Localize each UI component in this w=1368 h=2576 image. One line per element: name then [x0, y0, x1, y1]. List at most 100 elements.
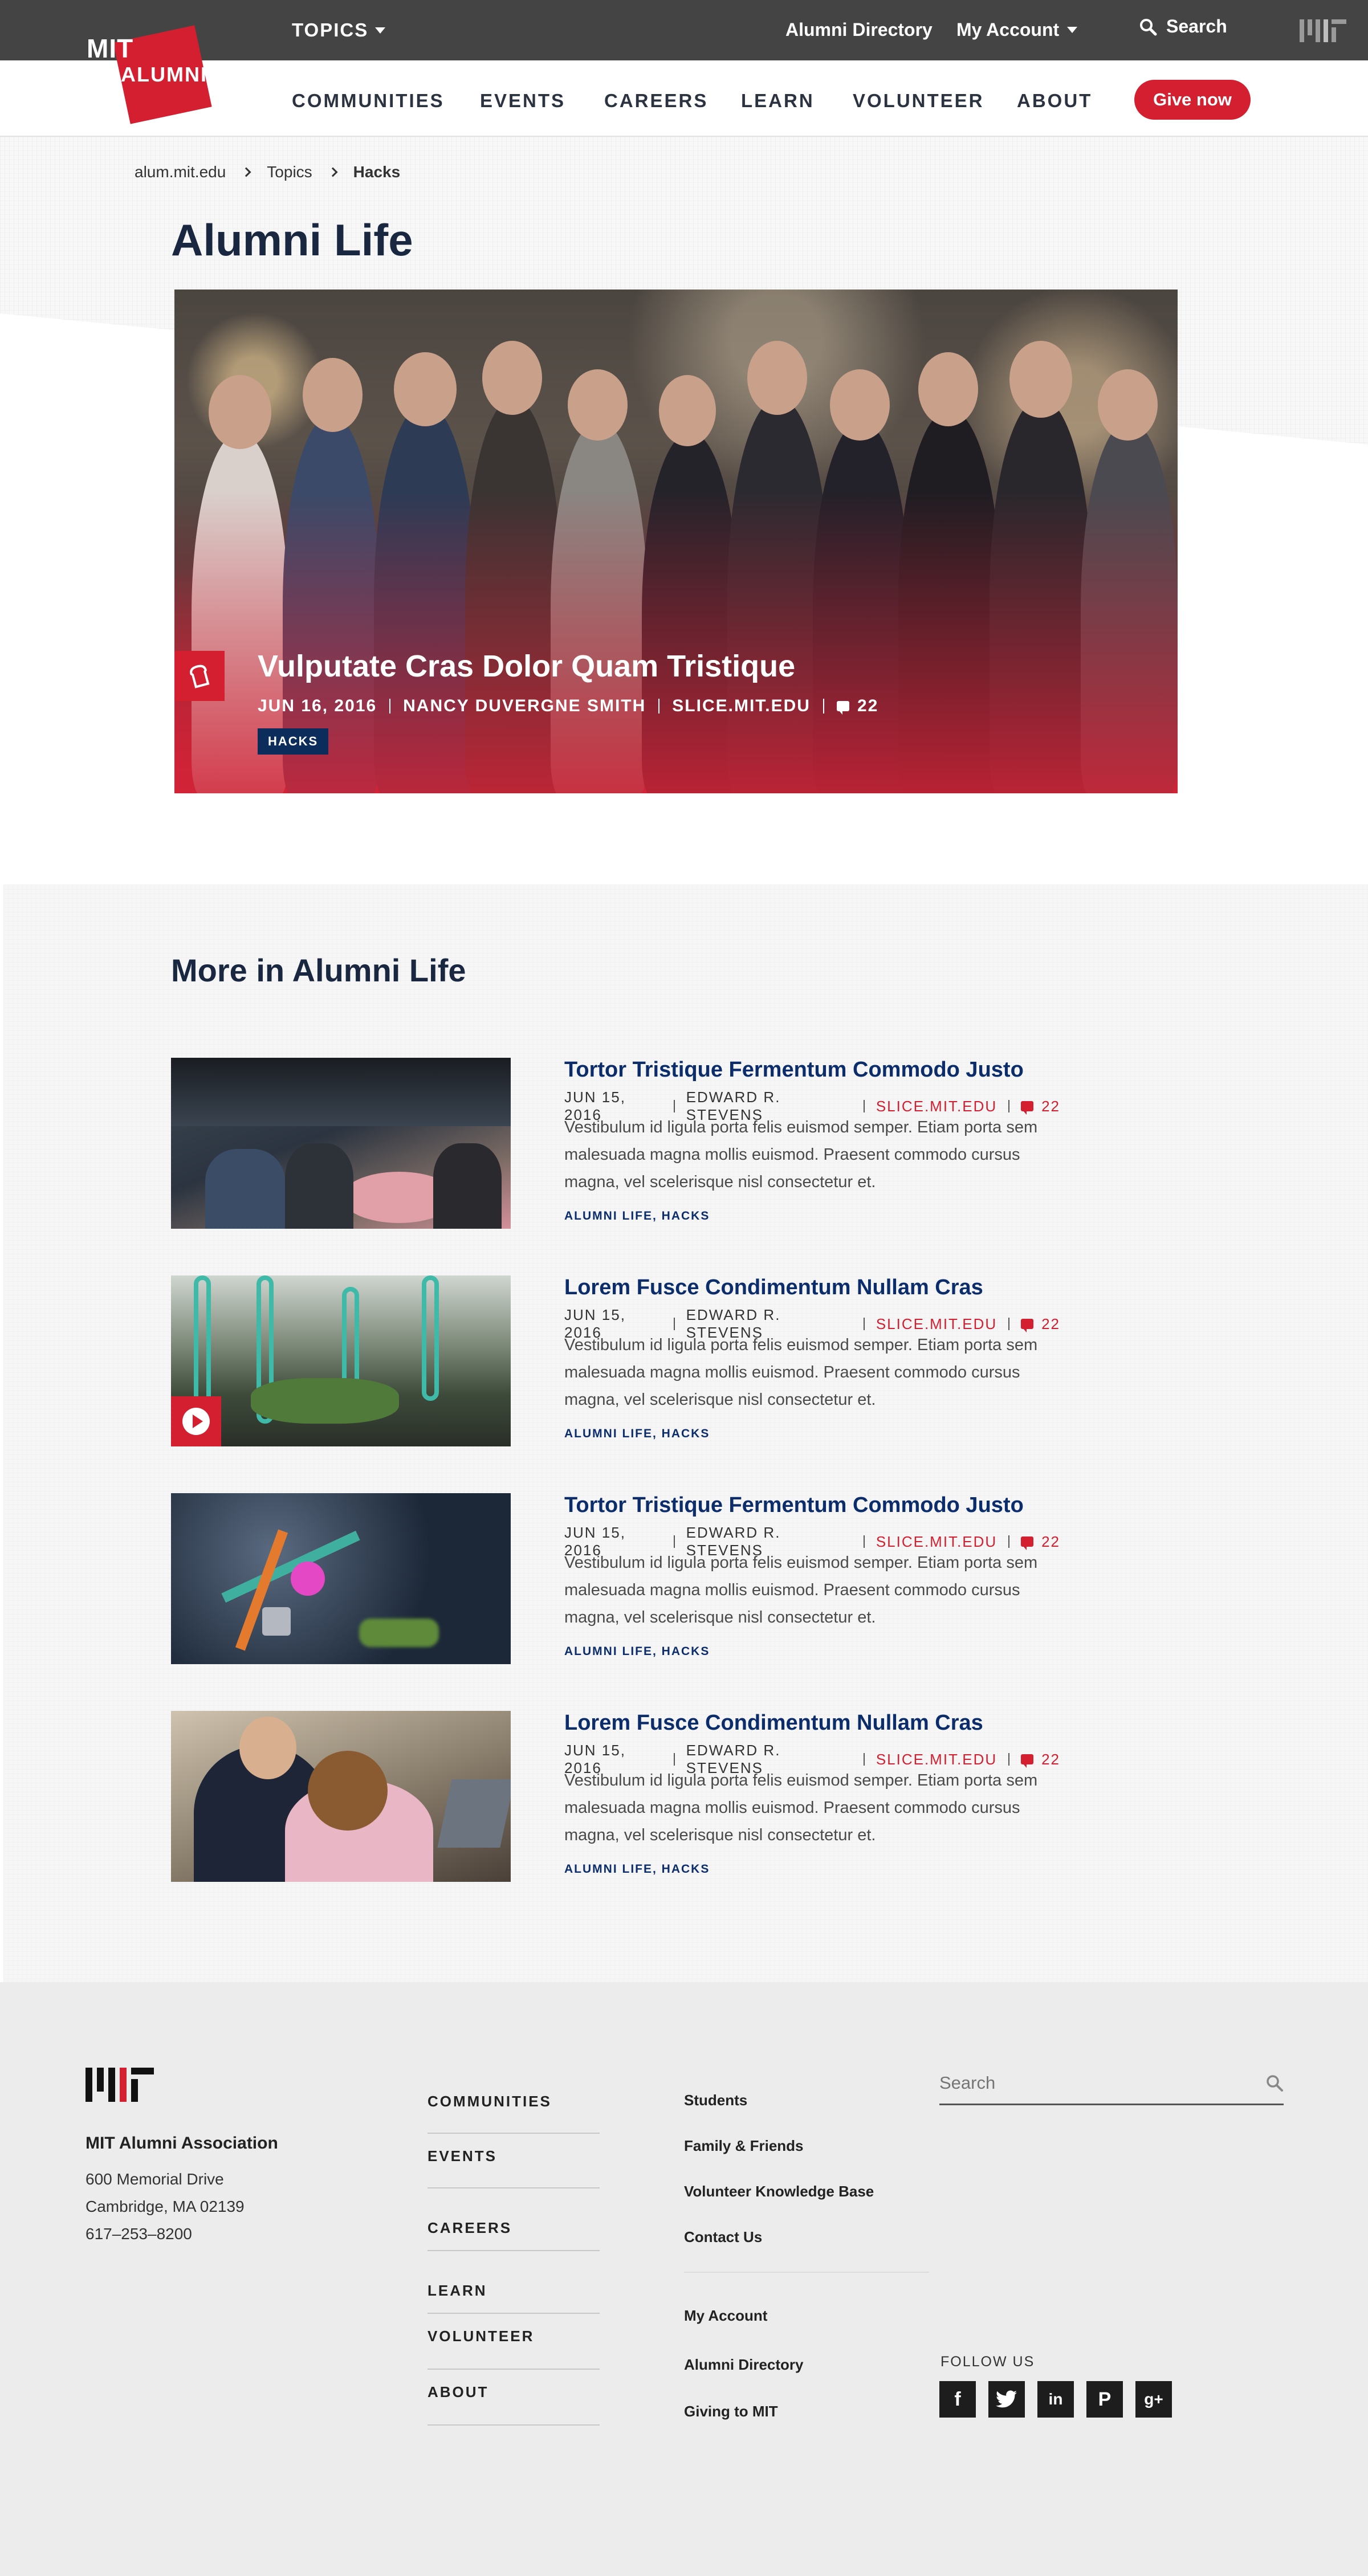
search-icon[interactable] [1265, 2074, 1284, 2092]
article-tags[interactable]: ALUMNI LIFE, HACKS [564, 1427, 710, 1441]
footer-link-about[interactable]: ABOUT [427, 2370, 600, 2426]
play-video-button[interactable] [171, 1396, 221, 1446]
nav-events[interactable]: EVENTS [480, 90, 565, 112]
meta-divider [1008, 1535, 1010, 1548]
address-line: Cambridge, MA 02139 [85, 2198, 245, 2215]
article-title[interactable]: Tortor Tristique Fermentum Commodo Justo [564, 1493, 1024, 1518]
meta-divider [1008, 1318, 1010, 1330]
article-source[interactable]: SLICE.MIT.EDU [876, 1098, 997, 1115]
meta-divider [1008, 1100, 1010, 1112]
meta-divider [863, 1535, 865, 1548]
footer-link-my-account[interactable]: My Account [684, 2294, 929, 2343]
footer-link-contact[interactable]: Contact Us [684, 2216, 929, 2261]
more-section: More in Alumni Life Tortor Tristique Fer… [3, 885, 1368, 1982]
article-card[interactable]: Lorem Fusce Condimentum Nullam Cras JUN … [171, 1711, 1060, 1882]
footer-link-students[interactable]: Students [684, 2079, 929, 2125]
article-card[interactable]: Tortor Tristique Fermentum Commodo Justo… [171, 1493, 1060, 1664]
comments-count[interactable]: 22 [1021, 1098, 1060, 1115]
breadcrumb-topics[interactable]: Topics [267, 163, 312, 181]
meta-divider [673, 1535, 675, 1548]
footer-link-giving[interactable]: Giving to MIT [684, 2390, 929, 2436]
article-tags[interactable]: ALUMNI LIFE, HACKS [564, 1862, 710, 1876]
comments-count[interactable]: 22 [1021, 1751, 1060, 1768]
article-description: Vestibulum id ligula porta felis euismod… [564, 1118, 1038, 1191]
comments-number: 22 [857, 696, 879, 715]
play-icon [182, 1408, 210, 1435]
footer-links: Students Family & Friends Volunteer Know… [684, 2079, 929, 2436]
topics-menu[interactable]: TOPICS [292, 19, 386, 41]
article-card[interactable]: Lorem Fusce Condimentum Nullam Cras JUN … [171, 1275, 1060, 1446]
footer-link-careers[interactable]: CAREERS [427, 2188, 600, 2251]
breadcrumb-current: Hacks [353, 163, 401, 181]
footer-link-learn[interactable]: LEARN [427, 2251, 600, 2314]
meta-divider [673, 1318, 675, 1330]
breadcrumb-home[interactable]: alum.mit.edu [135, 163, 226, 181]
featured-article[interactable]: Vulputate Cras Dolor Quam Tristique JUN … [174, 290, 1178, 793]
comments-count[interactable]: 22 [1021, 1315, 1060, 1333]
article-source[interactable]: SLICE.MIT.EDU [876, 1751, 997, 1768]
footer-address: 600 Memorial Drive Cambridge, MA 02139 6… [85, 2166, 245, 2248]
article-source[interactable]: SLICE.MIT.EDU [876, 1315, 997, 1333]
article-thumbnail[interactable] [171, 1058, 511, 1229]
featured-article-title[interactable]: Vulputate Cras Dolor Quam Tristique [258, 649, 795, 684]
footer-link-communities[interactable]: COMMUNITIES [427, 2079, 600, 2134]
article-author: NANCY DUVERGNE SMITH [403, 696, 646, 715]
twitter-icon[interactable] [988, 2381, 1025, 2418]
site-footer: MIT Alumni Association 600 Memorial Driv… [0, 1982, 1368, 2576]
article-source[interactable]: SLICE.MIT.EDU [672, 696, 811, 716]
footer-link-events[interactable]: EVENTS [427, 2134, 600, 2188]
alumni-directory-link[interactable]: Alumni Directory [785, 19, 933, 40]
mit-alumni-logo[interactable]: MIT ALUMNI [84, 25, 221, 125]
article-thumbnail[interactable] [171, 1275, 511, 1446]
hero-gradient-overlay [174, 290, 1178, 793]
phone-number[interactable]: 617–253–8200 [85, 2220, 245, 2248]
topics-label: TOPICS [292, 19, 369, 40]
footer-divider [684, 2272, 929, 2273]
footer-search [939, 2062, 1284, 2105]
search-button[interactable]: Search [1139, 16, 1227, 37]
pinterest-icon[interactable]: P [1086, 2381, 1123, 2418]
nav-communities[interactable]: COMMUNITIES [292, 90, 445, 112]
my-account-menu[interactable]: My Account [956, 19, 1078, 40]
article-tags[interactable]: ALUMNI LIFE, HACKS [564, 1645, 710, 1658]
linkedin-icon[interactable]: in [1037, 2381, 1074, 2418]
footer-link-family[interactable]: Family & Friends [684, 2125, 929, 2170]
social-links: f in P g+ [939, 2381, 1172, 2418]
meta-divider [673, 1100, 675, 1112]
comments-count[interactable]: 22 [836, 696, 879, 716]
article-card[interactable]: Tortor Tristique Fermentum Commodo Justo… [171, 1058, 1060, 1229]
footer-search-input[interactable] [939, 2072, 1213, 2093]
meta-divider [863, 1100, 865, 1112]
nav-learn[interactable]: LEARN [741, 90, 815, 112]
article-description: Vestibulum id ligula porta felis euismod… [564, 1336, 1038, 1409]
google-plus-icon[interactable]: g+ [1135, 2381, 1172, 2418]
comment-icon [1021, 1754, 1034, 1768]
twitter-bird-icon [996, 2390, 1017, 2408]
article-title[interactable]: Lorem Fusce Condimentum Nullam Cras [564, 1275, 983, 1300]
mit-logo-icon[interactable] [1300, 19, 1347, 42]
give-now-button[interactable]: Give now [1134, 80, 1251, 120]
facebook-icon[interactable]: f [939, 2381, 976, 2418]
footer-link-directory[interactable]: Alumni Directory [684, 2343, 929, 2390]
article-title[interactable]: Lorem Fusce Condimentum Nullam Cras [564, 1711, 983, 1735]
nav-volunteer[interactable]: VOLUNTEER [853, 90, 984, 112]
footer-org-name: MIT Alumni Association [85, 2134, 278, 2153]
nav-careers[interactable]: CAREERS [604, 90, 708, 112]
article-thumbnail[interactable] [171, 1493, 511, 1664]
tag-badge[interactable]: HACKS [258, 728, 329, 755]
footer-link-volunteer[interactable]: VOLUNTEER [427, 2314, 600, 2370]
logo-alumni-text: ALUMNI [121, 63, 207, 86]
comments-number: 22 [1041, 1097, 1060, 1115]
comments-number: 22 [1041, 1750, 1060, 1768]
article-tags[interactable]: ALUMNI LIFE, HACKS [564, 1209, 710, 1223]
article-source[interactable]: SLICE.MIT.EDU [876, 1533, 997, 1551]
search-label: Search [1166, 16, 1227, 36]
article-title[interactable]: Tortor Tristique Fermentum Commodo Justo [564, 1058, 1024, 1082]
comments-count[interactable]: 22 [1021, 1533, 1060, 1551]
page-title: Alumni Life [171, 215, 413, 265]
article-thumbnail[interactable] [171, 1711, 511, 1882]
nav-about[interactable]: ABOUT [1017, 90, 1092, 112]
mit-logo-icon[interactable] [85, 2068, 155, 2102]
meta-divider [863, 1753, 865, 1766]
footer-link-knowledge-base[interactable]: Volunteer Knowledge Base [684, 2170, 929, 2216]
